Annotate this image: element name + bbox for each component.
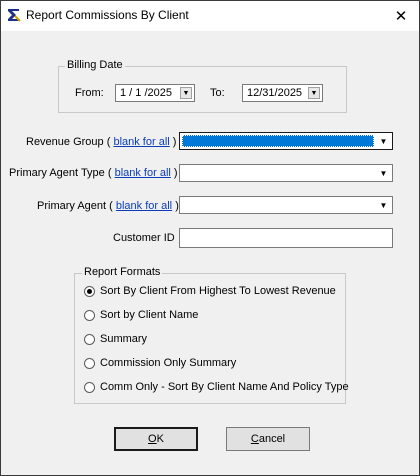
format-option[interactable]: Sort By Client From Highest To Lowest Re… <box>84 283 336 299</box>
primary-agent-type-blank-link[interactable]: blank for all <box>115 167 171 179</box>
sigma-icon <box>6 7 22 23</box>
radio-button[interactable] <box>84 357 95 369</box>
close-button[interactable]: ✕ <box>383 1 419 31</box>
from-date-dropdown-icon[interactable]: ▼ <box>180 87 192 99</box>
primary-agent-dropdown-icon[interactable]: ▼ <box>376 198 391 212</box>
revenue-group-selected-value <box>182 135 374 147</box>
report-formats-legend: Report Formats <box>82 266 163 278</box>
format-option[interactable]: Commission Only Summary <box>84 355 236 371</box>
revenue-group-select[interactable]: ▼ <box>179 132 393 150</box>
ok-button[interactable]: OK <box>114 427 198 451</box>
customer-id-label: Customer ID <box>113 232 175 244</box>
radio-button[interactable] <box>84 309 95 321</box>
title-bar: Report Commissions By Client ✕ <box>1 1 419 31</box>
radio-button[interactable] <box>84 285 95 297</box>
revenue-group-label: Revenue Group ( blank for all ) <box>26 136 176 148</box>
report-commissions-dialog: Report Commissions By Client ✕ Billing D… <box>0 0 420 476</box>
primary-agent-type-select[interactable]: ▼ <box>179 164 393 182</box>
ok-button-mnemonic: O <box>148 433 157 445</box>
to-label: To: <box>210 87 225 99</box>
format-option[interactable]: Sort by Client Name <box>84 307 198 323</box>
revenue-group-blank-link[interactable]: blank for all <box>113 136 169 148</box>
primary-agent-label: Primary Agent ( blank for all ) <box>37 200 179 212</box>
to-date-picker[interactable]: 12/31/2025 ▼ <box>242 84 323 102</box>
primary-agent-blank-link[interactable]: blank for all <box>116 200 172 212</box>
primary-agent-select[interactable]: ▼ <box>179 196 393 214</box>
primary-agent-type-dropdown-icon[interactable]: ▼ <box>376 166 391 180</box>
to-date-dropdown-icon[interactable]: ▼ <box>308 87 320 99</box>
radio-button[interactable] <box>84 381 95 393</box>
from-date-value: 1 / 1 /2025 <box>120 87 172 99</box>
revenue-group-label-text: Revenue Group ( <box>26 136 111 148</box>
format-option-label: Commission Only Summary <box>100 357 237 369</box>
format-option-label: Comm Only - Sort By Client Name And Poli… <box>100 381 349 393</box>
window-title: Report Commissions By Client <box>26 8 189 22</box>
to-date-value: 12/31/2025 <box>247 87 303 99</box>
from-label: From: <box>75 87 104 99</box>
format-option[interactable]: Summary <box>84 331 147 347</box>
cancel-button[interactable]: Cancel <box>226 427 310 451</box>
from-date-picker[interactable]: 1 / 1 /2025 ▼ <box>115 84 195 102</box>
ok-button-label: K <box>156 433 164 445</box>
billing-date-legend: Billing Date <box>65 59 125 71</box>
format-option-label: Sort By Client From Highest To Lowest Re… <box>100 285 336 297</box>
primary-agent-label-text: Primary Agent ( <box>37 200 113 212</box>
customer-id-input[interactable] <box>179 228 393 248</box>
primary-agent-type-label-close: ) <box>173 167 178 179</box>
primary-agent-type-label-text: Primary Agent Type ( <box>9 167 112 179</box>
cancel-button-label: ancel <box>258 433 286 445</box>
revenue-group-label-close: ) <box>172 136 177 148</box>
format-option-label: Sort by Client Name <box>100 309 199 321</box>
radio-button[interactable] <box>84 333 95 345</box>
cancel-button-mnemonic: C <box>250 433 259 445</box>
format-option[interactable]: Comm Only - Sort By Client Name And Poli… <box>84 379 349 395</box>
revenue-group-dropdown-icon[interactable]: ▼ <box>376 134 391 148</box>
primary-agent-type-label: Primary Agent Type ( blank for all ) <box>9 167 178 179</box>
format-option-label: Summary <box>100 333 148 345</box>
